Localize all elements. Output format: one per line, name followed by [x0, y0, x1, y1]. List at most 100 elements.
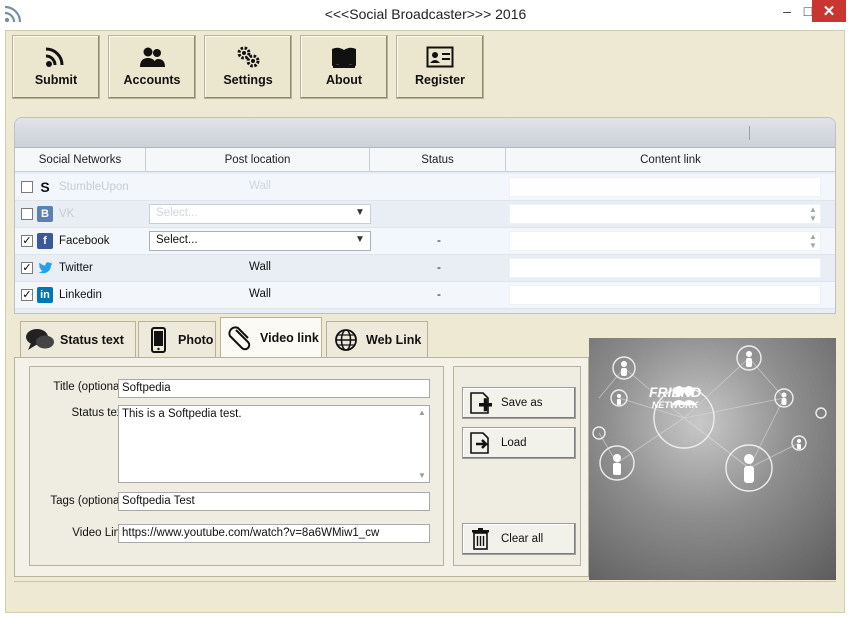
post-location: Wall — [249, 261, 271, 273]
network-name: Twitter — [59, 262, 93, 274]
friend-network-image: FRIEND NETWORK — [589, 338, 836, 580]
post-location: Wall — [249, 180, 271, 192]
network-graph-icon — [592, 345, 827, 492]
network-name: VK — [59, 208, 75, 220]
table-row[interactable]: ✓ in Linkedin Wall - — [15, 282, 835, 309]
col-status[interactable]: Status — [370, 148, 506, 171]
facebook-icon: f — [37, 233, 53, 249]
title-bar: <<<Social Broadcaster>>> 2016 – □ ✕ — [0, 0, 851, 30]
post-location-select[interactable]: Select... ▼ — [149, 231, 371, 251]
status-value: - — [437, 233, 441, 247]
chevron-down-icon[interactable]: ▼ — [353, 207, 367, 221]
vk-icon: B — [37, 206, 53, 222]
col-post-location[interactable]: Post location — [146, 148, 370, 171]
spinner-icon[interactable]: ▲ ▼ — [807, 232, 819, 250]
tab-photo[interactable]: Photo — [138, 321, 216, 357]
content-tabs: Status text Photo Video link Web Link Ti… — [14, 317, 589, 577]
network-name: StumbleUpon — [59, 181, 129, 193]
col-social-networks[interactable]: Social Networks — [15, 148, 146, 171]
tags-field[interactable]: Softpedia Test — [118, 492, 430, 511]
content-link-field[interactable] — [509, 231, 821, 251]
close-button[interactable]: ✕ — [812, 0, 846, 22]
row-checkbox[interactable] — [21, 208, 33, 220]
minimize-button[interactable]: – — [774, 0, 800, 22]
rss-icon — [45, 47, 64, 67]
panel-header-band — [15, 118, 835, 148]
about-button[interactable]: About — [300, 35, 388, 99]
stumbleupon-icon: S — [40, 179, 50, 195]
register-button[interactable]: Register — [396, 35, 484, 99]
logo-line1: FRIEND — [649, 384, 702, 400]
linkedin-icon: in — [37, 287, 53, 303]
network-name: Linkedin — [59, 289, 102, 301]
paperclip-icon — [225, 324, 255, 352]
col-content-link[interactable]: Content link — [506, 148, 835, 171]
video-link-form: Title (optional): Softpedia Status text:… — [29, 366, 444, 566]
settings-label: Settings — [223, 73, 273, 87]
phone-icon — [143, 326, 173, 354]
save-as-label: Save as — [501, 397, 543, 409]
status-text-area[interactable]: This is a Softpedia test. ▲ ▼ — [118, 405, 430, 483]
save-as-button[interactable]: Save as — [462, 387, 576, 419]
select-value: Select... — [156, 234, 198, 246]
tab-label: Photo — [178, 332, 214, 347]
logo-line2: NETWORK — [651, 400, 699, 410]
row-checkbox[interactable]: ✓ — [21, 289, 33, 301]
window-title: <<<Social Broadcaster>>> 2016 — [324, 6, 527, 22]
tab-status-text[interactable]: Status text — [20, 321, 136, 357]
accounts-button[interactable]: Accounts — [108, 35, 196, 99]
accounts-label: Accounts — [123, 73, 181, 87]
content-link-field[interactable] — [509, 204, 821, 224]
post-location-select[interactable]: Select... ▼ — [149, 204, 371, 224]
about-label: About — [325, 73, 363, 87]
status-text-value: This is a Softpedia test. — [122, 408, 242, 420]
tab-video-link[interactable]: Video link — [220, 317, 322, 357]
networks-panel: Social Networks Post location Status Con… — [14, 117, 836, 314]
friend-network-logo: FRIEND NETWORK — [649, 384, 701, 410]
action-buttons-panel: Save as Load Clear all — [453, 366, 581, 566]
settings-button[interactable]: Settings — [204, 35, 292, 99]
book-icon — [332, 47, 356, 68]
users-icon — [140, 47, 165, 67]
load-button[interactable]: Load — [462, 427, 576, 459]
globe-icon — [331, 326, 361, 354]
load-icon — [467, 430, 495, 456]
band-separator — [749, 126, 750, 140]
table-row[interactable]: ✓ Twitter Wall - — [15, 255, 835, 282]
content-link-field[interactable] — [509, 258, 821, 278]
status-bar — [14, 581, 836, 599]
tab-panel: Title (optional): Softpedia Status text:… — [14, 357, 589, 577]
tab-web-link[interactable]: Web Link — [326, 321, 428, 357]
twitter-icon — [37, 260, 53, 276]
row-checkbox[interactable]: ✓ — [21, 262, 33, 274]
gears-icon — [237, 46, 260, 68]
table-row[interactable]: B VK Select... ▼ ▲ ▼ — [15, 201, 835, 228]
video-link-field[interactable]: https://www.youtube.com/watch?v=8a6WMiw1… — [118, 524, 430, 543]
content-link-field[interactable] — [509, 285, 821, 305]
content-link-field[interactable] — [509, 177, 821, 197]
table-row[interactable]: ✓ f Facebook Select... ▼ - ▲ ▼ — [15, 228, 835, 255]
textarea-scrollbar[interactable]: ▲ ▼ — [417, 408, 427, 480]
row-checkbox[interactable] — [21, 181, 33, 193]
row-checkbox[interactable]: ✓ — [21, 235, 33, 247]
main-window: Submit Accounts Settings About Register … — [5, 30, 845, 613]
table-row[interactable]: S StumbleUpon Wall — [15, 174, 835, 201]
clear-all-button[interactable]: Clear all — [462, 523, 576, 555]
submit-button[interactable]: Submit — [12, 35, 100, 99]
tab-label: Web Link — [366, 332, 422, 347]
submit-label: Submit — [34, 73, 78, 87]
clear-all-label: Clear all — [501, 533, 544, 545]
id-card-icon — [426, 46, 454, 68]
load-label: Load — [501, 437, 527, 449]
register-label: Register — [414, 73, 466, 87]
grid-header: Social Networks Post location Status Con… — [15, 148, 835, 172]
status-value: - — [437, 287, 441, 301]
tab-label: Video link — [260, 330, 319, 345]
tab-label: Status text — [60, 332, 124, 347]
post-location: Wall — [249, 288, 271, 300]
chevron-down-icon[interactable]: ▼ — [353, 234, 367, 248]
spinner-icon[interactable]: ▲ ▼ — [807, 205, 819, 223]
trash-icon — [467, 526, 495, 552]
select-value: Select... — [156, 207, 198, 219]
title-field[interactable]: Softpedia — [118, 379, 430, 398]
